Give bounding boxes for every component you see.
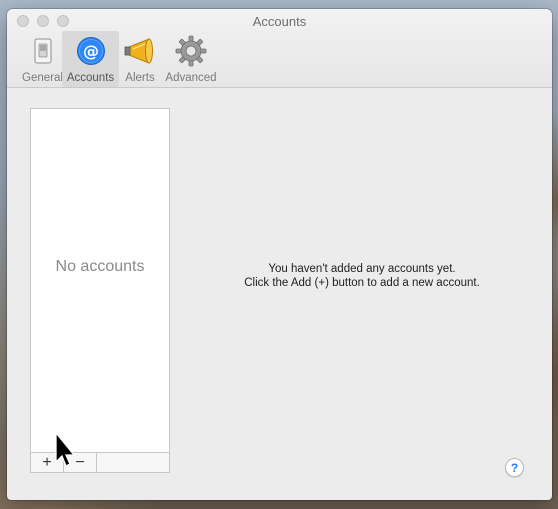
switch-icon [26,34,60,68]
window-title: Accounts [252,14,307,29]
preferences-window: Accounts General @ Accounts Alerts Advan… [7,9,552,500]
tab-alerts[interactable]: Alerts [120,31,160,87]
svg-text:@: @ [83,42,99,61]
tab-accounts-label: Accounts [66,72,115,84]
tab-general[interactable]: General [17,31,68,87]
accounts-list[interactable]: No accounts [30,108,170,453]
empty-list-text: No accounts [55,258,145,275]
at-sign-icon: @ [74,34,108,68]
title-bar: Accounts General @ Accounts Alerts Advan… [7,9,552,88]
button-bar-spacer [97,453,169,472]
tab-accounts[interactable]: @ Accounts [62,31,119,87]
list-button-bar: + − [30,452,170,473]
megaphone-icon [123,34,157,68]
gear-icon [174,34,208,68]
tab-general-label: General [22,72,63,84]
tab-alerts-label: Alerts [125,72,155,84]
mouse-pointer-icon [55,432,75,467]
empty-state-message: You haven't added any accounts yet. Clic… [172,262,552,290]
tab-advanced[interactable]: Advanced [162,31,220,87]
empty-message-line-1: You haven't added any accounts yet. [268,263,456,275]
empty-message-line-2: Click the Add (+) button to add a new ac… [244,277,480,289]
tab-advanced-label: Advanced [165,72,217,84]
help-button[interactable]: ? [505,458,524,477]
